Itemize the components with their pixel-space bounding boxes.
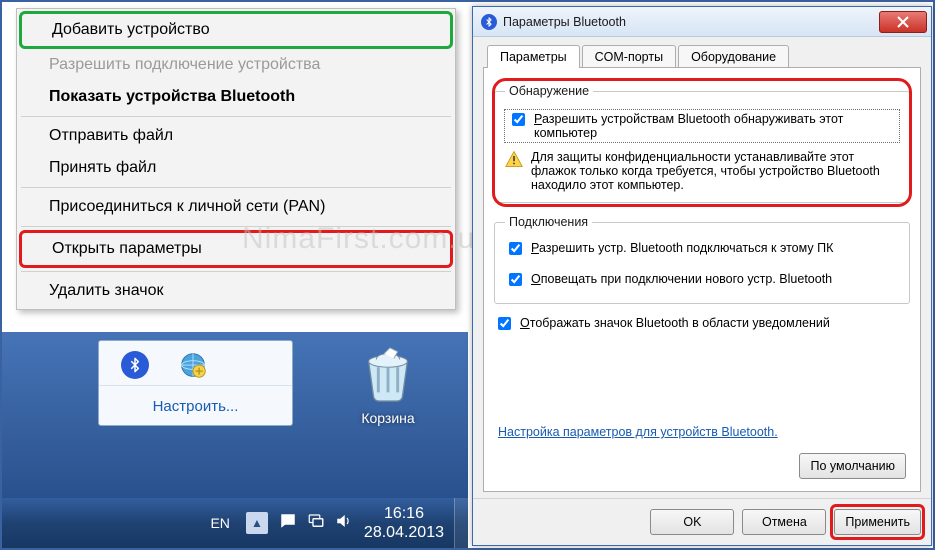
separator	[21, 187, 451, 188]
tabstrip: Параметры COM-порты Оборудование	[483, 45, 921, 68]
menu-add-device[interactable]: Добавить устройство	[19, 11, 453, 49]
menu-send-file[interactable]: Отправить файл	[19, 120, 453, 152]
menu-open-settings[interactable]: Открыть параметры	[19, 230, 453, 268]
checkbox-show-tray-icon[interactable]	[498, 317, 511, 330]
checkbox-notify-new[interactable]	[509, 273, 522, 286]
tray-customize-link[interactable]: Настроить...	[99, 385, 292, 425]
menu-remove-icon[interactable]: Удалить значок	[19, 275, 453, 307]
bluetooth-icon	[481, 14, 497, 30]
recycle-bin-label: Корзина	[328, 410, 448, 426]
group-discovery-legend: Обнаружение	[505, 84, 593, 98]
dialog-buttons: OK Отмена Применить	[473, 498, 931, 545]
warning-icon	[505, 150, 523, 168]
volume-icon[interactable]	[335, 512, 353, 535]
network-icon[interactable]	[307, 512, 325, 535]
bluetooth-tray-context-menu: Добавить устройство Разрешить подключени…	[16, 8, 456, 310]
menu-join-pan[interactable]: Присоединиться к личной сети (PAN)	[19, 191, 453, 223]
group-connections: Подключения Разрешить устр. Bluetooth по…	[494, 215, 910, 304]
separator	[21, 226, 451, 227]
checkbox-allow-connect[interactable]	[509, 242, 522, 255]
recycle-bin[interactable]: Корзина	[328, 340, 448, 426]
network-globe-tray-icon[interactable]	[179, 351, 209, 381]
defaults-button[interactable]: По умолчанию	[799, 453, 906, 479]
close-button[interactable]	[879, 11, 927, 33]
separator	[21, 116, 451, 117]
clock-date: 28.04.2013	[364, 523, 444, 542]
clock-time: 16:16	[364, 504, 444, 523]
language-indicator[interactable]: EN	[200, 515, 239, 531]
titlebar[interactable]: Параметры Bluetooth	[473, 7, 931, 37]
menu-show-devices[interactable]: Показать устройства Bluetooth	[19, 81, 453, 113]
recycle-bin-icon	[354, 340, 422, 406]
label-notify-new: Оповещать при подключении нового устр. B…	[531, 272, 832, 286]
menu-receive-file[interactable]: Принять файл	[19, 152, 453, 184]
discovery-warning-text: Для защиты конфиденциальности устанавлив…	[531, 150, 899, 192]
checkbox-allow-discovery[interactable]	[512, 113, 525, 126]
label-show-tray-icon: Отображать значок Bluetooth в области ув…	[520, 316, 830, 330]
dialog-title: Параметры Bluetooth	[503, 15, 879, 29]
tray-overflow-button[interactable]: ▲	[246, 512, 268, 534]
tab-panel-options: Обнаружение Разрешить устройствам Blueto…	[483, 67, 921, 492]
tray-overflow-popup: Настроить...	[98, 340, 293, 426]
label-allow-connect: Разрешить устр. Bluetooth подключаться к…	[531, 241, 833, 255]
apply-button[interactable]: Применить	[834, 509, 921, 535]
group-connections-legend: Подключения	[505, 215, 592, 229]
bluetooth-settings-dialog: Параметры Bluetooth Параметры COM-порты …	[472, 6, 932, 546]
link-bluetooth-device-settings[interactable]: Настройка параметров для устройств Bluet…	[498, 425, 778, 439]
bluetooth-tray-icon[interactable]	[121, 351, 151, 381]
tab-hardware[interactable]: Оборудование	[678, 45, 789, 68]
taskbar-clock[interactable]: 16:16 28.04.2013	[358, 504, 454, 542]
ok-button[interactable]: OK	[650, 509, 734, 535]
taskbar: EN ▲ 16:16 28.04.2013	[2, 498, 468, 548]
separator	[21, 271, 451, 272]
tab-com-ports[interactable]: COM-порты	[582, 45, 676, 68]
cancel-button[interactable]: Отмена	[742, 509, 826, 535]
label-allow-discovery: Разрешить устройствам Bluetooth обнаружи…	[534, 112, 896, 140]
group-discovery: Обнаружение Разрешить устройствам Blueto…	[494, 84, 910, 203]
tab-options[interactable]: Параметры	[487, 45, 580, 68]
show-desktop-button[interactable]	[454, 498, 468, 548]
menu-allow-connection: Разрешить подключение устройства	[19, 49, 453, 81]
action-center-icon[interactable]	[279, 512, 297, 535]
